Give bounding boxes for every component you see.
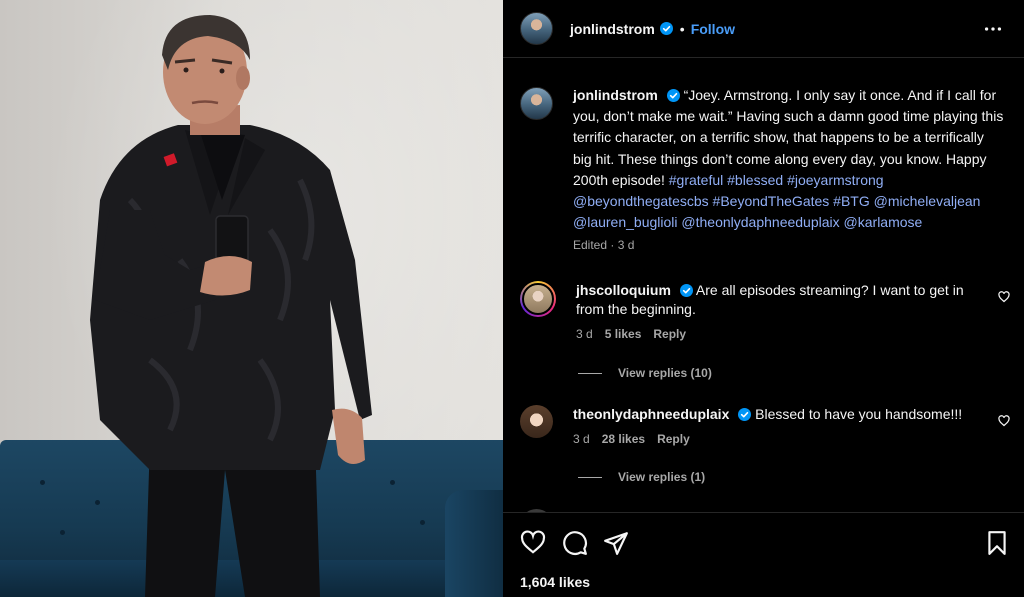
comment-meta: 3 d 5 likes Reply bbox=[576, 327, 976, 341]
comment-item: jhscolloquium Are all episodes streaming… bbox=[520, 281, 1010, 341]
replies-line bbox=[578, 476, 602, 478]
comment-meta: 3 d 28 likes Reply bbox=[573, 432, 973, 446]
hashtag-link[interactable]: #blessed bbox=[727, 172, 783, 188]
verified-badge-icon bbox=[666, 89, 680, 102]
view-replies-button[interactable]: View replies (10) bbox=[578, 366, 712, 380]
replies-line bbox=[578, 372, 602, 374]
mention-link[interactable]: @beyondthegatescbs bbox=[573, 193, 709, 209]
view-replies-label: View replies (1) bbox=[618, 470, 706, 484]
reply-button[interactable]: Reply bbox=[657, 432, 690, 446]
caption-text: jonlindstrom “Joey. Armstrong. I only sa… bbox=[573, 85, 1005, 233]
comment-text: jhscolloquium Are all episodes streaming… bbox=[576, 281, 976, 319]
more-options-icon[interactable] bbox=[982, 18, 1004, 40]
heart-icon[interactable] bbox=[998, 291, 1010, 303]
hashtag-link[interactable]: #BTG bbox=[833, 193, 870, 209]
reply-button[interactable]: Reply bbox=[653, 327, 686, 341]
heart-icon[interactable] bbox=[998, 415, 1010, 427]
comment-icon[interactable] bbox=[562, 530, 588, 556]
verified-badge-icon bbox=[659, 22, 673, 35]
share-icon[interactable] bbox=[603, 530, 629, 556]
author-avatar[interactable] bbox=[520, 12, 553, 45]
verified-badge-icon bbox=[679, 284, 693, 297]
comment-text: theonlydaphneeduplaix Blessed to have yo… bbox=[573, 405, 973, 424]
follow-button[interactable]: Follow bbox=[691, 21, 735, 37]
caption-username[interactable]: jonlindstrom bbox=[573, 87, 658, 103]
comment-time: 3 d bbox=[576, 327, 593, 341]
view-replies-label: View replies (10) bbox=[618, 366, 712, 380]
likes-count[interactable]: 1,604 likes bbox=[520, 574, 590, 590]
comment-body: Blessed to have you handsome!!! bbox=[755, 406, 963, 422]
comment-likes[interactable]: 28 likes bbox=[602, 432, 645, 446]
commenter-avatar bbox=[522, 283, 554, 315]
post-photo[interactable] bbox=[0, 0, 503, 597]
hashtag-link[interactable]: #grateful bbox=[669, 172, 723, 188]
comment-item: theonlydaphneeduplaix Blessed to have yo… bbox=[520, 405, 1010, 446]
caption-meta: Edited · 3 d bbox=[573, 238, 635, 253]
mention-link[interactable]: @karlamose bbox=[844, 214, 923, 230]
commenter-avatar-story-ring[interactable] bbox=[520, 281, 556, 317]
comment-likes[interactable]: 5 likes bbox=[605, 327, 642, 341]
post-caption: jonlindstrom “Joey. Armstrong. I only sa… bbox=[520, 85, 1010, 252]
hashtag-link[interactable]: #joeyarmstrong bbox=[787, 172, 884, 188]
person-figure bbox=[90, 15, 372, 597]
heart-icon[interactable] bbox=[520, 530, 546, 556]
commenter-avatar[interactable] bbox=[520, 405, 553, 438]
author-username[interactable]: jonlindstrom bbox=[570, 21, 655, 37]
mention-link[interactable]: @michelevaljean bbox=[874, 193, 981, 209]
comments-scroll-area[interactable]: jonlindstrom “Joey. Armstrong. I only sa… bbox=[503, 59, 1024, 512]
mention-link[interactable]: @theonlydaphneeduplaix bbox=[681, 214, 839, 230]
view-replies-button[interactable]: View replies (1) bbox=[578, 470, 705, 484]
separator-dot: • bbox=[679, 20, 685, 37]
hashtag-link[interactable]: #BeyondTheGates bbox=[713, 193, 830, 209]
caption-author-avatar[interactable] bbox=[520, 87, 553, 120]
mention-link[interactable]: @lauren_buglioli bbox=[573, 214, 678, 230]
comment-time: 3 d bbox=[573, 432, 590, 446]
comment-username[interactable]: theonlydaphneeduplaix bbox=[573, 406, 729, 422]
post-side-panel: jonlindstrom • Follow jonlindstrom “Joey… bbox=[503, 0, 1024, 597]
bookmark-icon[interactable] bbox=[984, 530, 1010, 556]
comment-username[interactable]: jhscolloquium bbox=[576, 282, 671, 298]
post-action-bar: 1,604 likes bbox=[503, 512, 1024, 597]
post-header: jonlindstrom • Follow bbox=[503, 0, 1024, 58]
verified-badge-icon bbox=[738, 408, 752, 421]
